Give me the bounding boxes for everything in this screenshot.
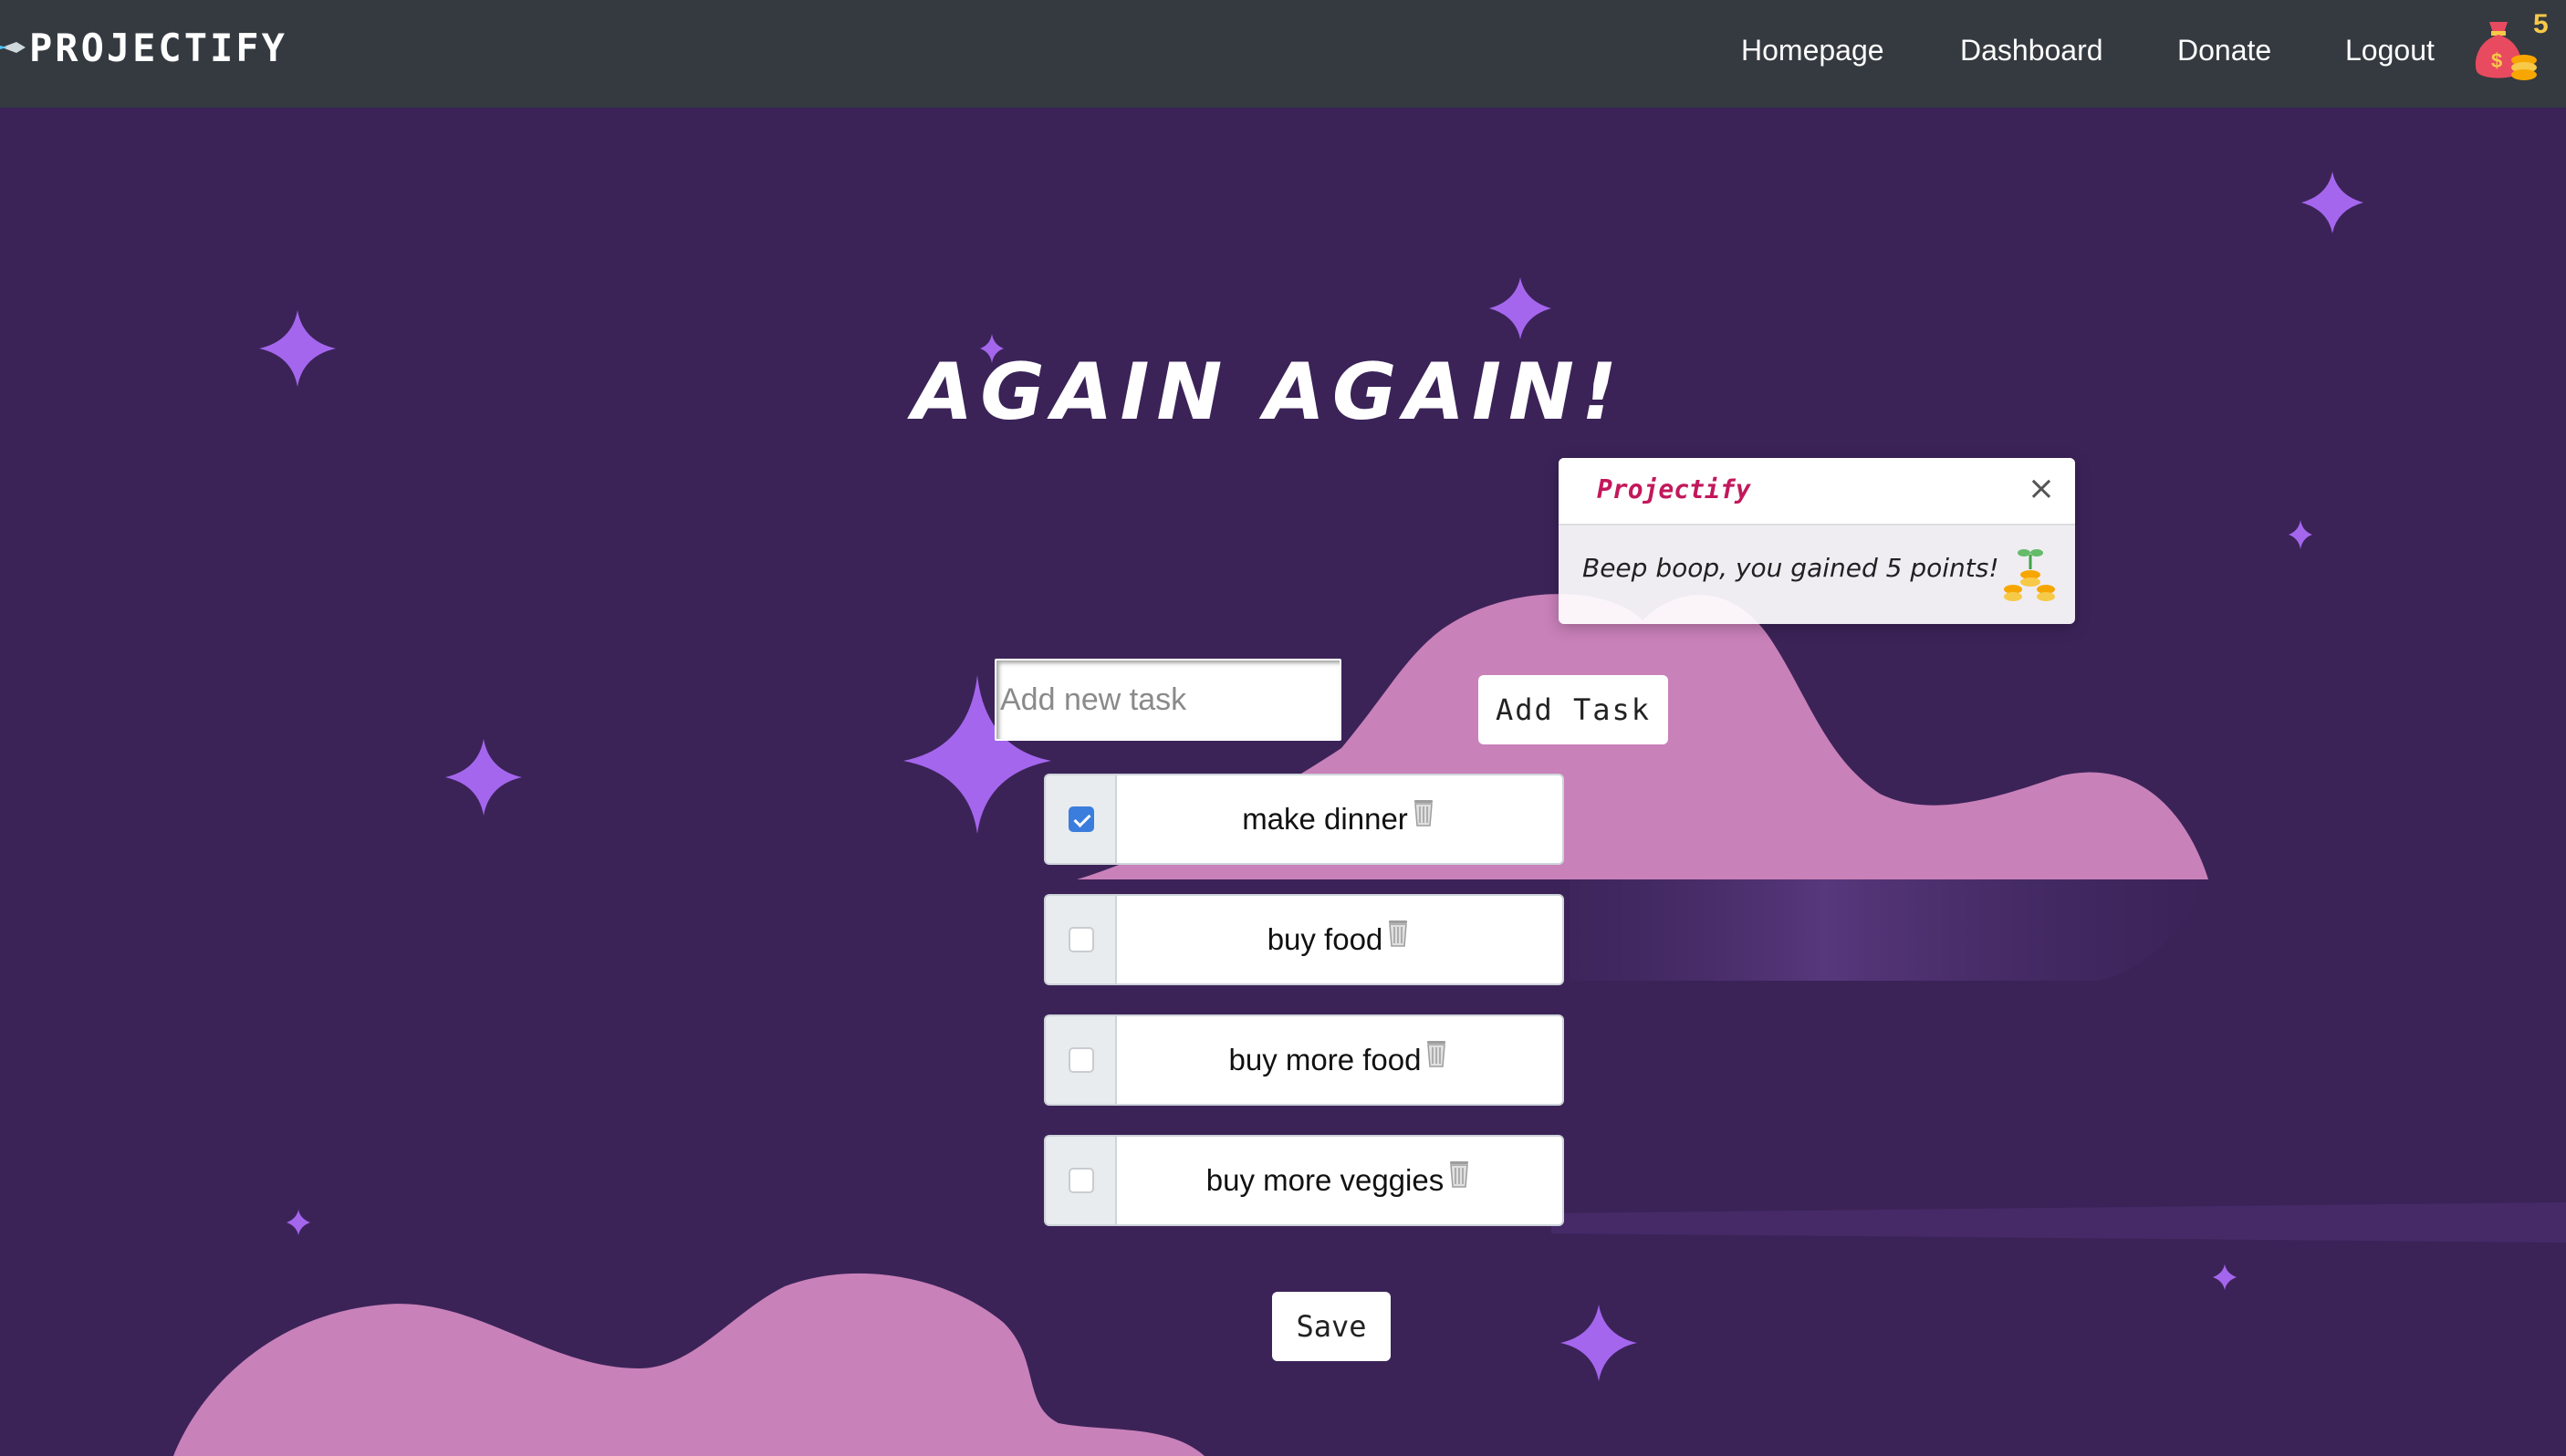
task-label-cell: buy more veggies (1115, 1135, 1564, 1226)
save-button[interactable]: Save (1272, 1292, 1391, 1361)
new-task-input[interactable] (995, 659, 1341, 741)
task-checkbox[interactable] (1069, 806, 1094, 832)
page-title: AGAIN AGAIN! (912, 347, 1625, 438)
task-label: buy food (1267, 922, 1383, 956)
sparkle (1560, 1305, 1637, 1381)
task-label-cell: buy food (1115, 894, 1564, 985)
sparkle (445, 739, 522, 816)
task-checkbox[interactable] (1069, 927, 1094, 952)
cloud-shadow (1570, 879, 2208, 981)
close-icon[interactable]: × (2028, 469, 2055, 509)
task-label-cell: buy more food (1115, 1014, 1564, 1106)
add-task-button[interactable]: Add Task (1478, 675, 1668, 744)
nav-donate[interactable]: Donate (2177, 27, 2271, 73)
shadow-strip (1551, 1202, 2566, 1243)
navbar: PROJECTIFY Homepage Dashboard Donate Log… (0, 0, 2566, 108)
trash-icon[interactable] (1423, 1039, 1450, 1068)
toast-header: Projectify × (1559, 458, 2075, 525)
nav-dashboard[interactable]: Dashboard (1960, 27, 2103, 73)
task-checkbox-cell (1044, 1135, 1115, 1226)
task-label: buy more food (1228, 1043, 1422, 1076)
task-label: make dinner (1242, 802, 1408, 836)
svg-text:$: $ (2491, 49, 2502, 72)
sparkle (1489, 277, 1551, 339)
sparkle (2301, 172, 2363, 234)
sparkle (2289, 520, 2312, 549)
task-checkbox[interactable] (1069, 1168, 1094, 1193)
task-checkbox-cell (1044, 1014, 1115, 1106)
task-row: buy food (1044, 894, 1564, 985)
task-checkbox-cell (1044, 894, 1115, 985)
trash-icon[interactable] (1410, 798, 1437, 827)
points-count: 5 (2533, 9, 2549, 39)
toast-message: Beep boop, you gained 5 points! (1582, 553, 1999, 583)
trash-icon[interactable] (1384, 919, 1412, 948)
sparkle (259, 310, 336, 387)
brand[interactable]: PROJECTIFY (0, 22, 287, 73)
nav-logout[interactable]: Logout (2345, 27, 2435, 73)
points-toast: Projectify × Beep boop, you gained 5 poi… (1559, 458, 2075, 624)
task-row: buy more veggies (1044, 1135, 1564, 1226)
money-bag-icon[interactable]: $ (2471, 15, 2539, 84)
task-row: buy more food (1044, 1014, 1564, 1106)
rocket-icon (0, 42, 26, 53)
task-label: buy more veggies (1205, 1163, 1445, 1197)
coins-sprout-icon (2004, 549, 2055, 601)
nav-homepage[interactable]: Homepage (1741, 27, 1884, 73)
task-checkbox[interactable] (1069, 1047, 1094, 1073)
task-label-cell: make dinner (1115, 774, 1564, 865)
trash-icon[interactable] (1445, 1160, 1473, 1189)
sparkle (287, 1210, 310, 1235)
task-checkbox-cell (1044, 774, 1115, 865)
sparkle (2213, 1264, 2237, 1290)
cloud-bottom (173, 1273, 1205, 1456)
task-row: make dinner (1044, 774, 1564, 865)
brand-name: PROJECTIFY (29, 25, 287, 70)
toast-title: Projectify (1597, 474, 1751, 504)
